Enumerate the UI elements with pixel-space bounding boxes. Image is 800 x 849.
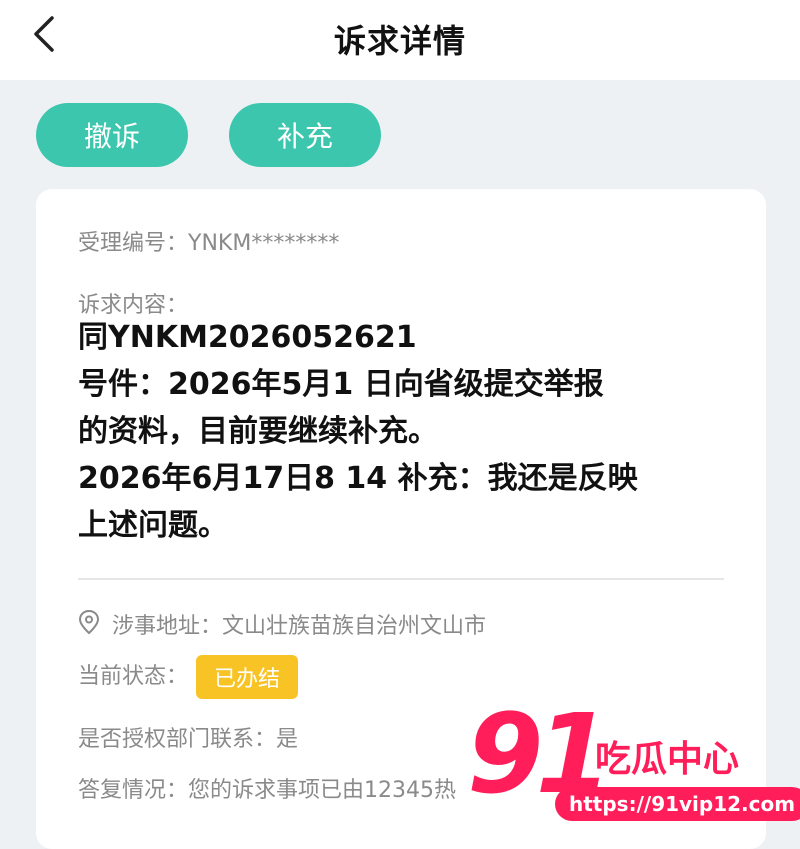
status-row: 当前状态： 已办结 <box>78 655 299 699</box>
acceptance-no-value: YNKM******** <box>188 231 340 256</box>
acceptance-no-row: 受理编号：YNKM******** <box>78 225 339 257</box>
content-line: 同YNKM20260526​21 <box>78 320 417 355</box>
address-label: 涉事地址： <box>112 614 223 639</box>
page-title: 诉求详情 <box>333 22 466 60</box>
status-badge: 已办结 <box>196 655 299 699</box>
reply-label: 答复情况： <box>78 778 189 803</box>
supplement-button[interactable]: 补充 <box>229 103 381 167</box>
reply-value: 您的诉求事项已由12345热 <box>188 778 457 803</box>
content-line: 号件：2026年5月1 日向省级提交举报 <box>78 367 604 402</box>
acceptance-no-label: 受理编号： <box>78 231 189 256</box>
authorize-value: 是 <box>276 727 299 752</box>
watermark-url: https://91vip12.com <box>555 787 800 821</box>
address-value: 文山壮族苗族自治州文山市 <box>222 614 487 639</box>
watermark: 91 吃瓜中心 https://91vip12.com <box>455 690 800 830</box>
address-row: 涉事地址：文山壮族苗族自治州文山市 <box>112 608 486 640</box>
top-bar: 诉求详情 <box>0 0 800 80</box>
complaint-content: 同YNKM20260526​21 号件：2026年5月1 日向省级提交举报 的资… <box>78 314 728 549</box>
withdraw-button[interactable]: 撤诉 <box>36 103 188 167</box>
status-label: 当前状态： <box>78 664 189 689</box>
content-line: 上述问题。 <box>78 508 228 543</box>
reply-row: 答复情况：您的诉求事项已由12345热 <box>78 772 456 804</box>
watermark-text: 吃瓜中心 <box>595 739 740 780</box>
content-line: 的资料，目前要继续补充。 <box>78 414 438 449</box>
authorize-label: 是否授权部门联系： <box>78 727 277 752</box>
content-line: 2026年6月17日8 14 补充：我还是反映 <box>78 461 638 496</box>
location-pin-icon <box>78 609 100 635</box>
divider <box>78 578 724 580</box>
authorize-row: 是否授权部门联系：是 <box>78 721 298 753</box>
